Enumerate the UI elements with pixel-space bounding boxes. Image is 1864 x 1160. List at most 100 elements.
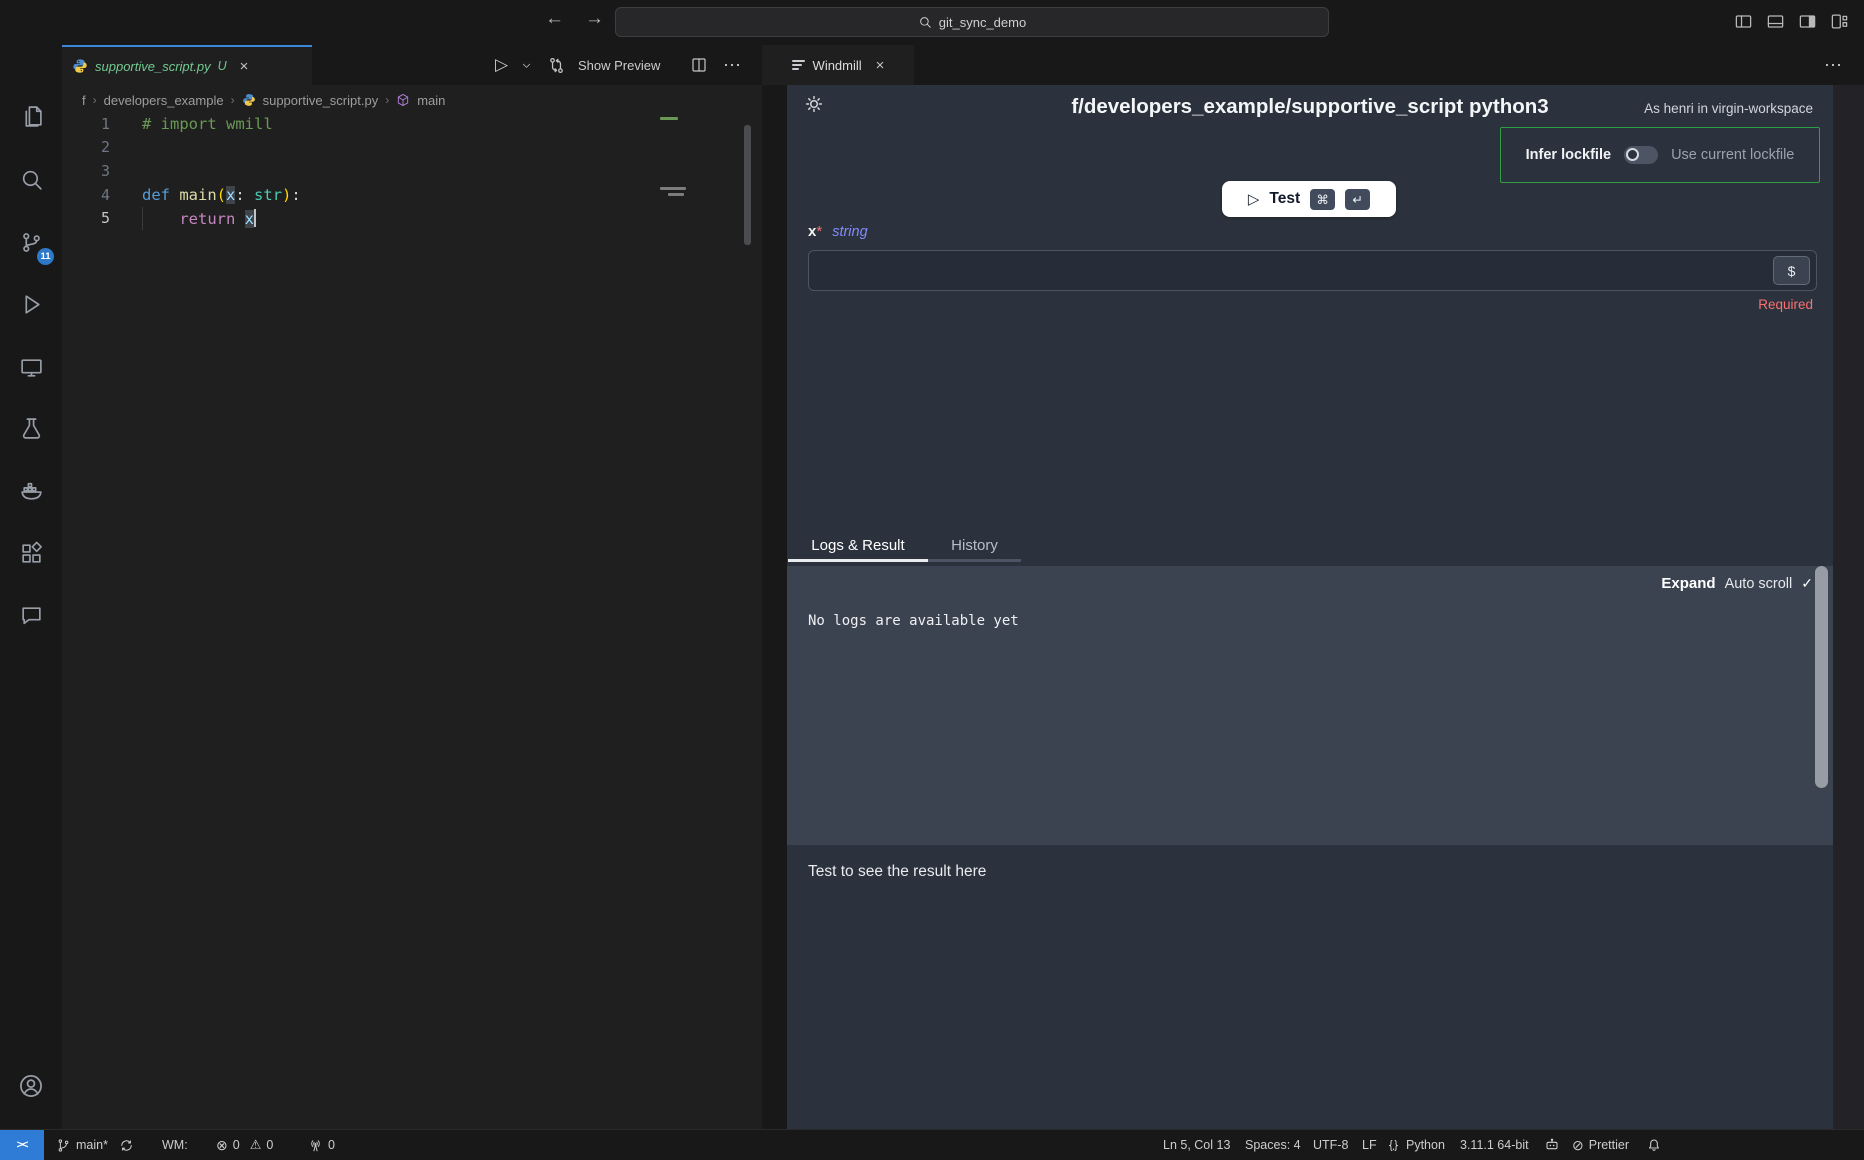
minimap[interactable] [660,117,678,120]
customize-layout-icon[interactable] [1830,12,1849,31]
x-input[interactable] [808,250,1817,291]
sidebar-item-extensions[interactable] [0,528,62,578]
tab-supportive-script[interactable]: supportive_script.py U × [62,45,312,85]
run-options-chevron-icon[interactable] [521,45,532,85]
breadcrumb-root[interactable]: f [82,93,86,108]
breadcrumb-separator: › [93,93,97,107]
sidebar-item-chat[interactable] [0,590,62,640]
notifications-bell[interactable] [1646,1130,1662,1160]
nav-forward-button[interactable]: → [585,8,604,30]
nav-back-button[interactable]: ← [545,8,564,30]
tab-close-icon[interactable]: × [240,58,249,75]
autoscroll-toggle[interactable]: Auto scroll [1725,576,1793,592]
prettier-status[interactable]: ⊘ Prettier [1572,1130,1629,1160]
show-preview-button[interactable]: Show Preview [578,45,660,85]
python-icon [72,58,88,74]
testing-beaker-icon [19,416,44,441]
breadcrumb-file[interactable]: supportive_script.py [263,93,379,108]
remote-indicator[interactable]: >< [0,1130,44,1160]
tab-logs-result[interactable]: Logs & Result [788,531,928,559]
breadcrumb-separator: › [385,93,389,107]
minimap[interactable] [668,193,684,196]
warning-icon: ⚠ [250,1137,262,1153]
tab-windmill[interactable]: Windmill × [762,45,914,85]
python-runtime-status[interactable]: 3.11.1 64-bit [1460,1130,1529,1160]
eol-label: LF [1362,1138,1377,1152]
indentation-status[interactable]: Spaces: 4 [1245,1130,1301,1160]
tab-close-icon[interactable]: × [876,57,885,74]
breadcrumb-folder[interactable]: developers_example [104,93,224,108]
expand-button[interactable]: Expand [1661,575,1715,592]
chat-icon [19,603,44,628]
lockfile-toggle[interactable] [1624,146,1658,164]
branch-name: main* [76,1138,108,1152]
activity-bar: 11 [0,45,62,1129]
panel-more-actions-icon[interactable]: ⋯ [1824,45,1842,85]
sidebar-item-accounts[interactable] [0,1061,62,1111]
play-icon: ▷ [1248,190,1260,208]
titlebar: ← → git_sync_demo [0,0,1864,45]
code-line-active: 5 return x [62,206,762,230]
remote-explorer-icon [19,355,44,380]
token-keyword: return [179,210,235,228]
sidebar-item-testing[interactable] [0,403,62,453]
editor-more-actions-icon[interactable]: ⋯ [723,45,741,85]
toggle-panel-left-icon[interactable] [1734,12,1753,31]
copilot-status[interactable] [1544,1130,1560,1160]
wm-status-item[interactable]: WM: [162,1130,188,1160]
source-control-badge: 11 [37,248,54,265]
code-editor[interactable]: 1 # import wmill 2 3 4 def main(x: str):… [62,112,762,230]
encoding-status[interactable]: UTF-8 [1313,1130,1348,1160]
arg-type: string [832,224,867,240]
sidebar-item-docker[interactable] [0,466,62,516]
sidebar-item-explorer[interactable] [0,91,62,141]
sync-icon [119,1138,134,1153]
language-mode-icon [1386,1138,1401,1153]
run-debug-icon [19,292,44,317]
tab-git-status: U [218,59,227,73]
editor-scrollbar-thumb[interactable] [744,125,751,245]
toggle-panel-bottom-icon[interactable] [1766,12,1785,31]
arg-name: x [808,223,816,240]
token-space [235,210,244,228]
runtime-label: 3.11.1 64-bit [1460,1138,1529,1152]
open-changes-icon[interactable] [547,45,566,85]
run-python-file-button[interactable]: ▷ [495,45,508,85]
token-paren: ( [217,186,226,204]
eol-status[interactable]: LF [1362,1130,1377,1160]
command-center-search[interactable]: git_sync_demo [615,7,1329,37]
cursor-position-status[interactable]: Ln 5, Col 13 [1163,1130,1230,1160]
line-number: 5 [62,209,110,227]
status-bar: >< main* WM: ⊗ 0 ⚠ 0 0 Ln 5, Col 13 Spac… [0,1129,1864,1160]
sidebar-item-search[interactable] [0,154,62,204]
token-variable: x [245,210,254,228]
tab-history[interactable]: History [928,531,1021,559]
inactive-tab-underline [928,559,1021,562]
problems-status[interactable]: ⊗ 0 ⚠ 0 [216,1130,273,1160]
ports-status[interactable]: 0 [308,1130,335,1160]
code-line: 4 def main(x: str): [62,183,762,207]
sidebar-item-remote-explorer[interactable] [0,342,62,392]
sidebar-item-source-control[interactable]: 11 [0,217,62,267]
split-editor-icon[interactable] [690,45,708,85]
encoding-label: UTF-8 [1313,1138,1348,1152]
minimap[interactable] [660,187,686,190]
tab-title: Windmill [813,58,862,73]
git-branch-status[interactable]: main* [56,1130,134,1160]
spaces-label: Spaces: 4 [1245,1138,1301,1152]
radio-tower-icon [308,1138,323,1153]
use-current-lockfile-label: Use current lockfile [1671,147,1794,163]
check-icon: ✓ [1801,575,1813,592]
sidebar-item-run-debug[interactable] [0,279,62,329]
code-line: 3 [62,159,762,183]
test-button[interactable]: ▷ Test ⌘ ↵ [1222,181,1396,217]
template-variable-button[interactable]: $ [1773,256,1810,285]
breadcrumb-symbol[interactable]: main [417,93,445,108]
language-mode-status[interactable]: Python [1386,1130,1445,1160]
toggle-panel-right-icon[interactable] [1798,12,1817,31]
panel-scrollbar-thumb[interactable] [1815,566,1828,788]
warning-count: 0 [266,1138,273,1152]
line-number: 3 [62,162,110,180]
bell-icon [1646,1137,1662,1153]
required-warning: Required [1758,297,1813,312]
